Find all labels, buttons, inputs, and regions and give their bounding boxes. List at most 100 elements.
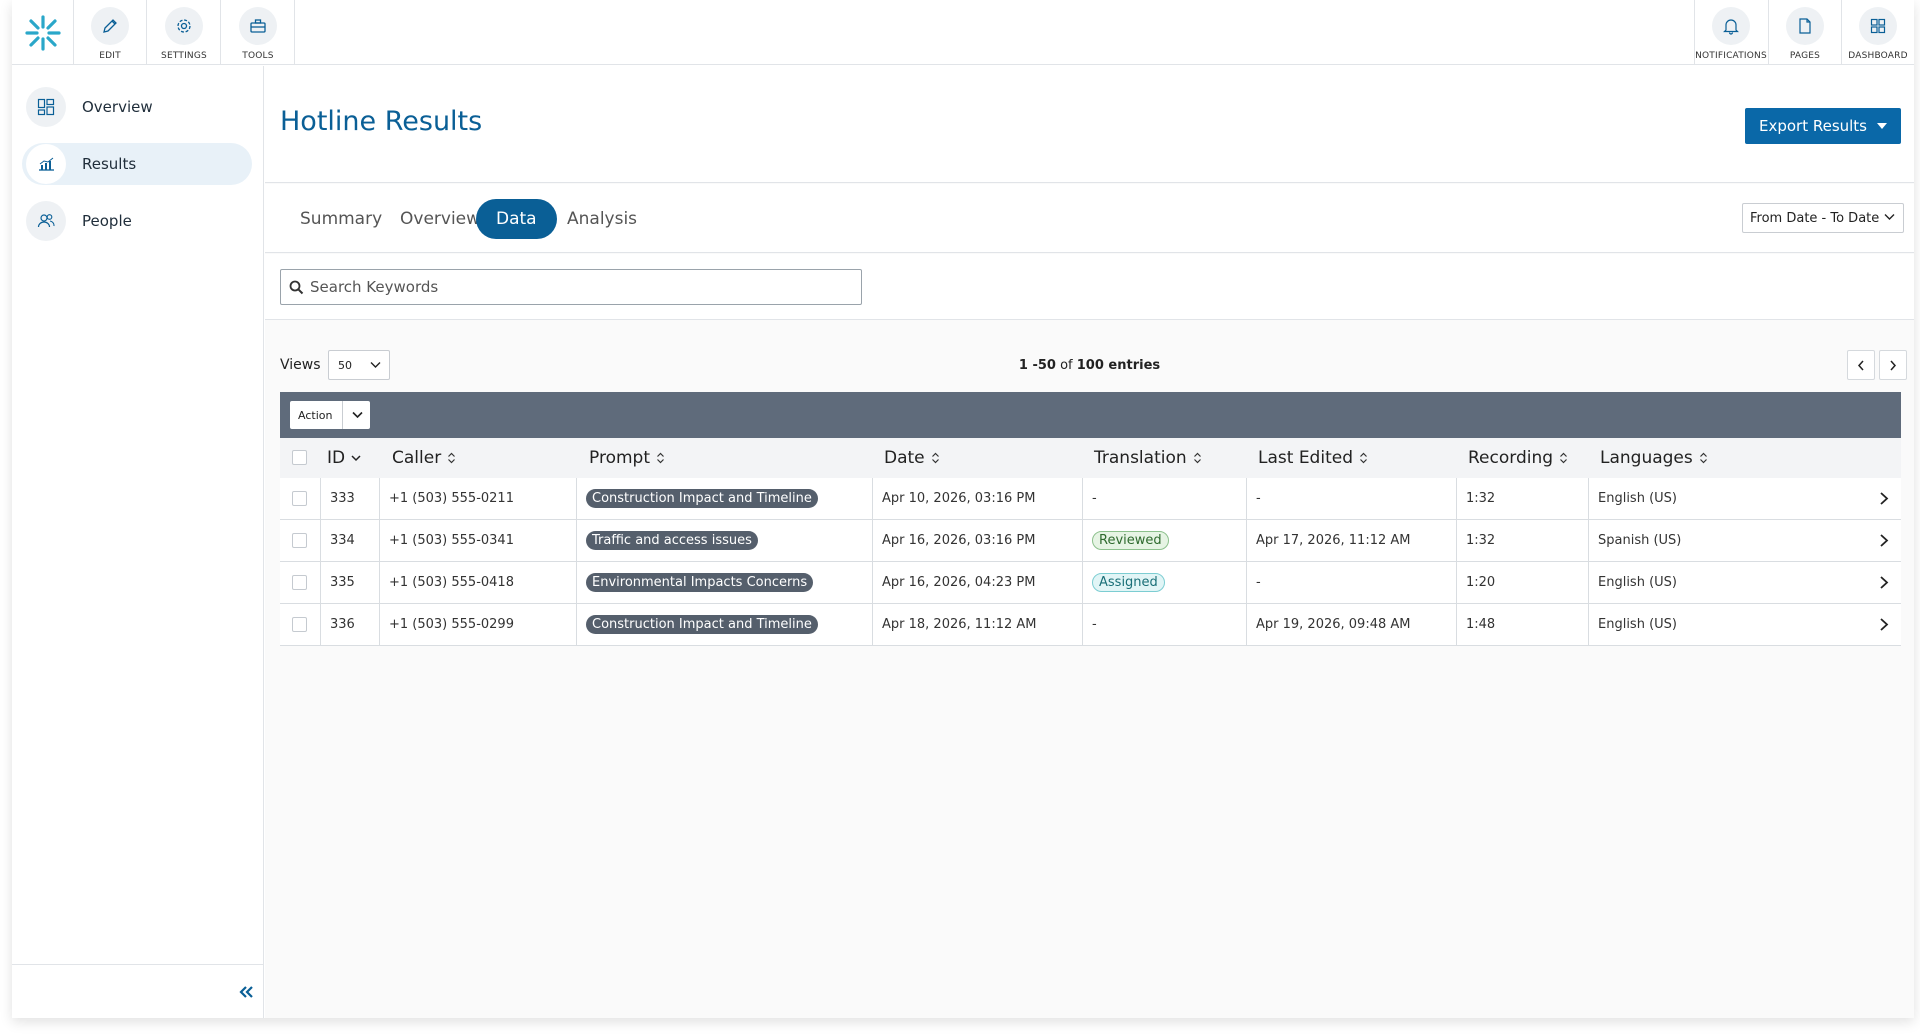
cell-recording: 1:32 bbox=[1456, 520, 1588, 561]
sort-icon bbox=[1560, 452, 1567, 464]
chevron-right-icon[interactable] bbox=[1879, 575, 1889, 590]
toolbar-dashboard-button[interactable]: DASHBOARD bbox=[1841, 0, 1914, 65]
action-divider bbox=[342, 401, 343, 429]
column-header-date[interactable]: Date bbox=[884, 448, 940, 468]
top-toolbar: EDIT SETTINGS TOOLS NOTIFICATIONS PAGES bbox=[12, 0, 1914, 65]
sort-icon bbox=[657, 452, 664, 464]
pencil-icon bbox=[91, 7, 129, 45]
table-row[interactable]: 334 +1 (503) 555-0341 Traffic and access… bbox=[280, 520, 1901, 562]
entries-total: 100 entries bbox=[1076, 358, 1161, 373]
prev-page-button[interactable] bbox=[1847, 350, 1875, 380]
export-results-label: Export Results bbox=[1758, 117, 1868, 135]
logo-icon bbox=[24, 14, 61, 51]
page-title: Hotline Results bbox=[280, 106, 483, 137]
table-row[interactable]: 335 +1 (503) 555-0418 Environmental Impa… bbox=[280, 562, 1901, 604]
row-checkbox[interactable] bbox=[292, 491, 307, 506]
next-page-button[interactable] bbox=[1879, 350, 1907, 380]
select-all-checkbox[interactable] bbox=[292, 450, 307, 465]
prompt-tag: Environmental Impacts Concerns bbox=[586, 573, 814, 592]
chevron-down-icon bbox=[1884, 214, 1895, 220]
column-header-id[interactable]: ID bbox=[327, 448, 361, 468]
sidebar-item-people[interactable]: People bbox=[22, 200, 252, 242]
prompt-tag: Construction Impact and Timeline bbox=[586, 615, 818, 634]
table-header: ID Caller Prompt Date Translation Last E… bbox=[280, 438, 1901, 478]
tab-analysis[interactable]: Analysis bbox=[547, 199, 657, 239]
sidebar-footer bbox=[12, 964, 263, 1018]
date-range-select[interactable]: From Date - To Date bbox=[1742, 203, 1904, 233]
row-checkbox[interactable] bbox=[292, 533, 307, 548]
column-header-caller[interactable]: Caller bbox=[392, 448, 456, 468]
search-field[interactable] bbox=[280, 269, 862, 305]
sort-icon bbox=[1360, 452, 1367, 464]
cell-translation: - bbox=[1082, 478, 1246, 519]
tab-data[interactable]: Data bbox=[476, 199, 557, 239]
collapse-sidebar-button[interactable] bbox=[233, 979, 259, 1005]
gear-icon bbox=[165, 7, 203, 45]
search-bar bbox=[265, 254, 1914, 320]
column-header-languages[interactable]: Languages bbox=[1600, 448, 1708, 468]
chevron-right-icon[interactable] bbox=[1879, 617, 1889, 632]
action-select[interactable]: Action bbox=[290, 401, 370, 429]
chart-icon bbox=[26, 144, 66, 184]
cell-caller: +1 (503) 555-0211 bbox=[379, 478, 576, 519]
row-checkbox[interactable] bbox=[292, 575, 307, 590]
bell-icon bbox=[1712, 7, 1750, 45]
export-results-button[interactable]: Export Results bbox=[1745, 108, 1901, 144]
app-logo[interactable] bbox=[12, 0, 74, 65]
toolbar-dashboard-label: DASHBOARD bbox=[1848, 51, 1908, 61]
sort-icon bbox=[1193, 452, 1201, 464]
app-window: EDIT SETTINGS TOOLS NOTIFICATIONS PAGES bbox=[12, 0, 1914, 1018]
sidebar: Overview Results People bbox=[12, 66, 264, 1018]
toolbar-settings-label: SETTINGS bbox=[161, 51, 207, 61]
cell-language: English (US) bbox=[1588, 478, 1888, 519]
toolbar-tools-label: TOOLS bbox=[242, 51, 274, 61]
sidebar-item-overview[interactable]: Overview bbox=[22, 86, 252, 128]
cell-language: Spanish (US) bbox=[1588, 520, 1888, 561]
column-header-recording[interactable]: Recording bbox=[1468, 448, 1568, 468]
column-header-label: Last Edited bbox=[1258, 448, 1353, 468]
toolbar-edit-button[interactable]: EDIT bbox=[74, 0, 147, 65]
cell-translation: - bbox=[1082, 604, 1246, 645]
sidebar-item-results[interactable]: Results bbox=[22, 143, 252, 185]
column-header-translation[interactable]: Translation bbox=[1094, 448, 1202, 468]
toolbar-tools-button[interactable]: TOOLS bbox=[222, 0, 295, 65]
cell-last-edited: Apr 19, 2026, 09:48 AM bbox=[1246, 604, 1456, 645]
table-row[interactable]: 336 +1 (503) 555-0299 Construction Impac… bbox=[280, 604, 1901, 646]
cell-recording: 1:32 bbox=[1456, 478, 1588, 519]
status-badge-assigned: Assigned bbox=[1092, 573, 1165, 592]
table-row[interactable]: 333 +1 (503) 555-0211 Construction Impac… bbox=[280, 478, 1901, 520]
chevron-right-icon[interactable] bbox=[1879, 491, 1889, 506]
cell-caller: +1 (503) 555-0341 bbox=[379, 520, 576, 561]
caret-down-icon bbox=[1877, 123, 1888, 129]
main-content: Hotline Results Export Results Summary O… bbox=[265, 66, 1914, 1018]
search-icon bbox=[289, 280, 304, 294]
search-input[interactable] bbox=[310, 278, 850, 296]
sidebar-item-label: People bbox=[82, 212, 132, 230]
tab-bar: Summary Overview Data Analysis From Date… bbox=[265, 184, 1914, 253]
column-header-label: Prompt bbox=[589, 448, 650, 468]
page-header: Hotline Results Export Results bbox=[265, 66, 1914, 183]
sidebar-item-label: Overview bbox=[82, 98, 153, 116]
cell-last-edited: - bbox=[1246, 478, 1456, 519]
column-header-prompt[interactable]: Prompt bbox=[589, 448, 665, 468]
cell-language: English (US) bbox=[1588, 562, 1888, 603]
toolbar-notifications-button[interactable]: NOTIFICATIONS bbox=[1694, 0, 1767, 65]
toolbar-settings-button[interactable]: SETTINGS bbox=[148, 0, 221, 65]
cell-last-edited: Apr 17, 2026, 11:12 AM bbox=[1246, 520, 1456, 561]
sort-icon bbox=[448, 452, 456, 464]
toolbar-edit-label: EDIT bbox=[99, 51, 121, 61]
cell-recording: 1:48 bbox=[1456, 604, 1588, 645]
cell-id: 335 bbox=[320, 562, 379, 603]
column-header-label: ID bbox=[327, 448, 346, 468]
chevron-right-icon[interactable] bbox=[1879, 533, 1889, 548]
toolbar-notifications-label: NOTIFICATIONS bbox=[1695, 51, 1767, 61]
sort-desc-icon bbox=[351, 454, 361, 461]
column-header-last-edited[interactable]: Last Edited bbox=[1258, 448, 1368, 468]
chevron-right-icon bbox=[1890, 360, 1897, 370]
toolbar-pages-button[interactable]: PAGES bbox=[1768, 0, 1841, 65]
cell-id: 336 bbox=[320, 604, 379, 645]
row-checkbox[interactable] bbox=[292, 617, 307, 632]
cell-id: 333 bbox=[320, 478, 379, 519]
cell-caller: +1 (503) 555-0299 bbox=[379, 604, 576, 645]
cell-id: 334 bbox=[320, 520, 379, 561]
